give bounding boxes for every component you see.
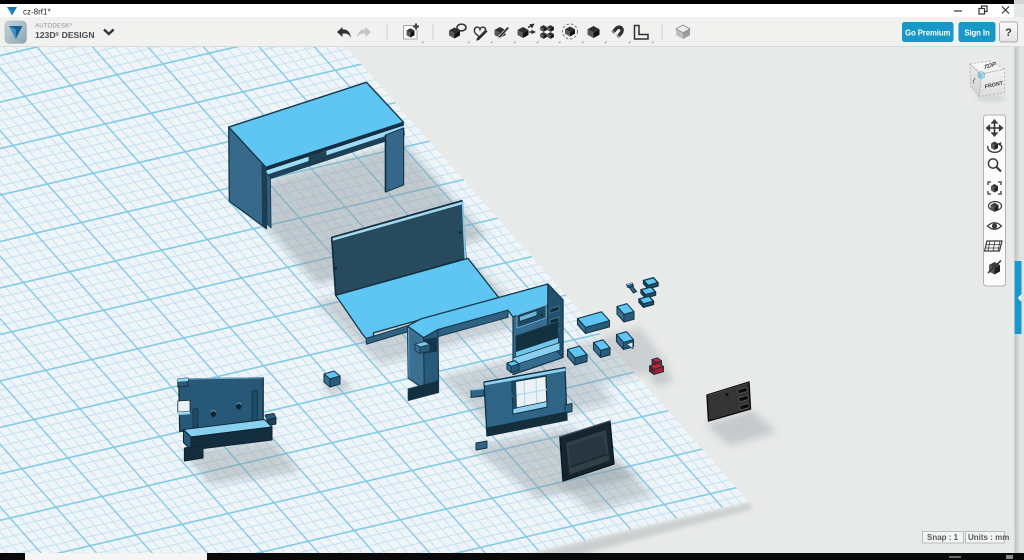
- svg-text:Units : mm: Units : mm: [968, 533, 1009, 542]
- svg-text:?: ?: [1005, 27, 1012, 39]
- svg-text:123D® DESIGN: 123D® DESIGN: [35, 30, 95, 40]
- svg-text:AUTODESK®: AUTODESK®: [35, 22, 73, 30]
- svg-text:Sign In: Sign In: [964, 29, 990, 38]
- svg-text:Snap : 1: Snap : 1: [927, 533, 959, 542]
- svg-text:Go Premium: Go Premium: [905, 29, 951, 38]
- svg-text:cz-8rf1*: cz-8rf1*: [23, 8, 51, 17]
